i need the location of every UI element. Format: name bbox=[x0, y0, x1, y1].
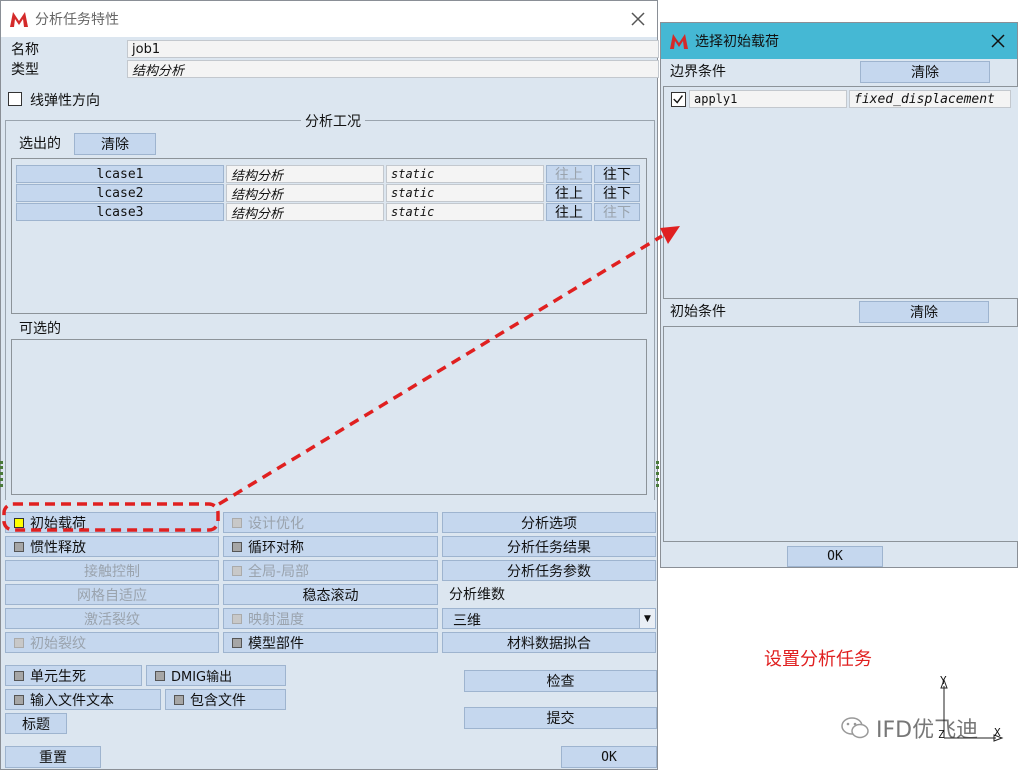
case-name-button[interactable]: lcase3 bbox=[16, 203, 224, 221]
move-down-button[interactable]: 往下 bbox=[594, 203, 640, 221]
initial-cracks-indicator bbox=[14, 637, 24, 648]
dmig-output-indicator bbox=[155, 670, 165, 681]
available-label: 可选的 bbox=[19, 321, 61, 337]
dimension-select[interactable]: 三维 ▼ bbox=[442, 608, 656, 629]
axis-y-label: Y bbox=[940, 674, 947, 687]
dmig-output-button[interactable]: DMIG输出 bbox=[146, 665, 286, 686]
move-up-button[interactable]: 往上 bbox=[546, 165, 592, 183]
marc-logo-icon bbox=[10, 12, 28, 27]
initial-conditions-list bbox=[663, 326, 1018, 542]
initial-loads-button[interactable]: 初始载荷 bbox=[5, 512, 219, 533]
case-mode-field: static bbox=[386, 203, 544, 221]
initial-loads-titlebar[interactable]: 选择初始载荷 bbox=[661, 23, 1017, 59]
analysis-dimension-label: 分析维数 bbox=[449, 587, 505, 603]
job-dialog-title: 分析任务特性 bbox=[35, 12, 119, 28]
input-file-text-indicator bbox=[14, 694, 24, 705]
case-mode-field: static bbox=[386, 165, 544, 183]
case-row[interactable]: lcase1 结构分析 static 往上 往下 bbox=[16, 165, 646, 184]
element-death-indicator bbox=[14, 670, 24, 681]
type-label: 类型 bbox=[11, 62, 39, 78]
axis-x-label: X bbox=[994, 726, 1001, 739]
check-icon bbox=[673, 95, 683, 104]
job-dialog-titlebar[interactable]: 分析任务特性 bbox=[1, 1, 657, 37]
clear-boundary-button[interactable]: 清除 bbox=[860, 61, 990, 83]
model-parts-button[interactable]: 模型部件 bbox=[223, 632, 438, 653]
include-file-button[interactable]: 包含文件 bbox=[165, 689, 286, 710]
boundary-item-type: fixed_displacement bbox=[849, 90, 1011, 108]
cyclic-symmetry-indicator bbox=[232, 541, 242, 552]
close-icon[interactable] bbox=[629, 10, 647, 28]
submit-button[interactable]: 提交 bbox=[464, 707, 657, 729]
job-properties-dialog: 分析任务特性 名称 job1 类型 结构分析 线弹性方向 分析工况 选出的 清除… bbox=[0, 0, 659, 770]
reset-button[interactable]: 重置 bbox=[5, 746, 101, 768]
boundary-conditions-label: 边界条件 bbox=[670, 64, 726, 80]
input-file-text-button[interactable]: 输入文件文本 bbox=[5, 689, 161, 710]
contact-control-button[interactable]: 接触控制 bbox=[5, 560, 219, 581]
design-optimization-button[interactable]: 设计优化 bbox=[223, 512, 438, 533]
right-resize-grip[interactable] bbox=[656, 461, 659, 487]
job-parameters-button[interactable]: 分析任务参数 bbox=[442, 560, 656, 581]
case-type-field: 结构分析 bbox=[226, 203, 384, 222]
name-label: 名称 bbox=[11, 42, 39, 58]
initial-loads-title: 选择初始载荷 bbox=[695, 34, 779, 50]
cyclic-symmetry-button[interactable]: 循环对称 bbox=[223, 536, 438, 557]
boundary-item-checkbox[interactable] bbox=[671, 92, 686, 107]
activate-cracks-button[interactable]: 激活裂纹 bbox=[5, 608, 219, 629]
boundary-item-row[interactable]: apply1 fixed_displacement bbox=[669, 90, 1013, 109]
left-resize-grip[interactable] bbox=[0, 461, 3, 487]
annotation-caption: 设置分析任务 bbox=[764, 649, 872, 670]
linear-elastic-checkbox[interactable] bbox=[8, 92, 22, 106]
ok-button[interactable]: OK bbox=[561, 746, 657, 768]
type-field: 结构分析 bbox=[127, 60, 659, 79]
marc-logo-icon bbox=[670, 34, 688, 49]
title-button[interactable]: 标题 bbox=[5, 713, 67, 734]
case-row[interactable]: lcase3 结构分析 static 往上 往下 bbox=[16, 203, 646, 222]
job-results-button[interactable]: 分析任务结果 bbox=[442, 536, 656, 557]
inertia-relief-indicator bbox=[14, 541, 24, 552]
case-name-button[interactable]: lcase1 bbox=[16, 165, 224, 183]
move-down-button[interactable]: 往下 bbox=[594, 165, 640, 183]
linear-elastic-label: 线弹性方向 bbox=[30, 93, 100, 109]
mapped-temperature-button[interactable]: 映射温度 bbox=[223, 608, 438, 629]
axis-z-label: Z bbox=[938, 728, 945, 741]
case-name-button[interactable]: lcase2 bbox=[16, 184, 224, 202]
initial-cracks-button[interactable]: 初始裂纹 bbox=[5, 632, 219, 653]
include-file-indicator bbox=[174, 694, 184, 705]
move-down-button[interactable]: 往下 bbox=[594, 184, 640, 202]
close-icon[interactable] bbox=[989, 32, 1007, 50]
chevron-down-icon: ▼ bbox=[639, 609, 655, 628]
clear-initial-button[interactable]: 清除 bbox=[859, 301, 989, 323]
initial-loads-indicator bbox=[14, 517, 24, 528]
mapped-temperature-indicator bbox=[232, 613, 242, 624]
analysis-cases-title: 分析工况 bbox=[301, 111, 365, 131]
wechat-icon bbox=[841, 717, 869, 739]
available-cases-list bbox=[11, 339, 647, 495]
name-field[interactable]: job1 bbox=[127, 40, 659, 58]
case-mode-field: static bbox=[386, 184, 544, 202]
element-death-button[interactable]: 单元生死 bbox=[5, 665, 142, 686]
initial-loads-dialog: 选择初始载荷 边界条件 清除 apply1 fixed_displacement… bbox=[660, 22, 1018, 568]
case-row[interactable]: lcase2 结构分析 static 往上 往下 bbox=[16, 184, 646, 203]
clear-selected-button[interactable]: 清除 bbox=[74, 133, 156, 155]
steady-rolling-button[interactable]: 稳态滚动 bbox=[223, 584, 438, 605]
model-parts-indicator bbox=[232, 637, 242, 648]
initial-loads-ok-button[interactable]: OK bbox=[787, 546, 883, 567]
global-local-button[interactable]: 全局-局部 bbox=[223, 560, 438, 581]
analysis-options-button[interactable]: 分析选项 bbox=[442, 512, 656, 533]
global-local-indicator bbox=[232, 565, 242, 576]
selected-label: 选出的 bbox=[19, 136, 61, 152]
boundary-conditions-list bbox=[663, 86, 1018, 299]
move-up-button[interactable]: 往上 bbox=[546, 184, 592, 202]
inertia-relief-button[interactable]: 惯性释放 bbox=[5, 536, 219, 557]
case-type-field: 结构分析 bbox=[226, 184, 384, 203]
case-type-field: 结构分析 bbox=[226, 165, 384, 184]
mesh-adaptivity-button[interactable]: 网格自适应 bbox=[5, 584, 219, 605]
boundary-item-name: apply1 bbox=[689, 90, 847, 108]
design-optimization-indicator bbox=[232, 517, 242, 528]
check-button[interactable]: 检查 bbox=[464, 670, 657, 692]
initial-conditions-label: 初始条件 bbox=[670, 304, 726, 320]
dimension-value: 三维 bbox=[453, 613, 481, 629]
move-up-button[interactable]: 往上 bbox=[546, 203, 592, 221]
material-fitting-button[interactable]: 材料数据拟合 bbox=[442, 632, 656, 653]
